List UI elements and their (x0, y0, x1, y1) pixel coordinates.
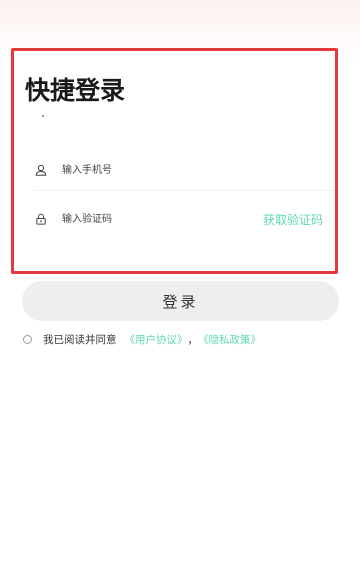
login-button[interactable]: 登录 (22, 281, 339, 321)
phone-row (34, 150, 335, 191)
agreement-text: 我已阅读并同意 (43, 333, 117, 346)
agreement-row: 我已阅读并同意 《用户协议》 ， 《隐私政策》 (23, 332, 261, 346)
phone-input[interactable] (62, 160, 212, 180)
user-agreement-link[interactable]: 《用户协议》 (125, 332, 188, 347)
agreement-separator: ， (187, 333, 199, 346)
privacy-policy-link[interactable]: 《隐私政策》 (198, 332, 261, 347)
decorative-dot (42, 115, 44, 117)
page-title: 快捷登录 (25, 76, 126, 105)
agreement-checkbox[interactable] (23, 334, 32, 344)
get-code-button[interactable]: 获取验证码 (263, 211, 323, 228)
code-input[interactable] (62, 209, 212, 229)
code-row: 获取验证码 (34, 199, 335, 239)
login-form: 快捷登录 获取验证码 (11, 48, 338, 274)
lock-icon (34, 212, 48, 226)
user-icon (34, 163, 48, 177)
